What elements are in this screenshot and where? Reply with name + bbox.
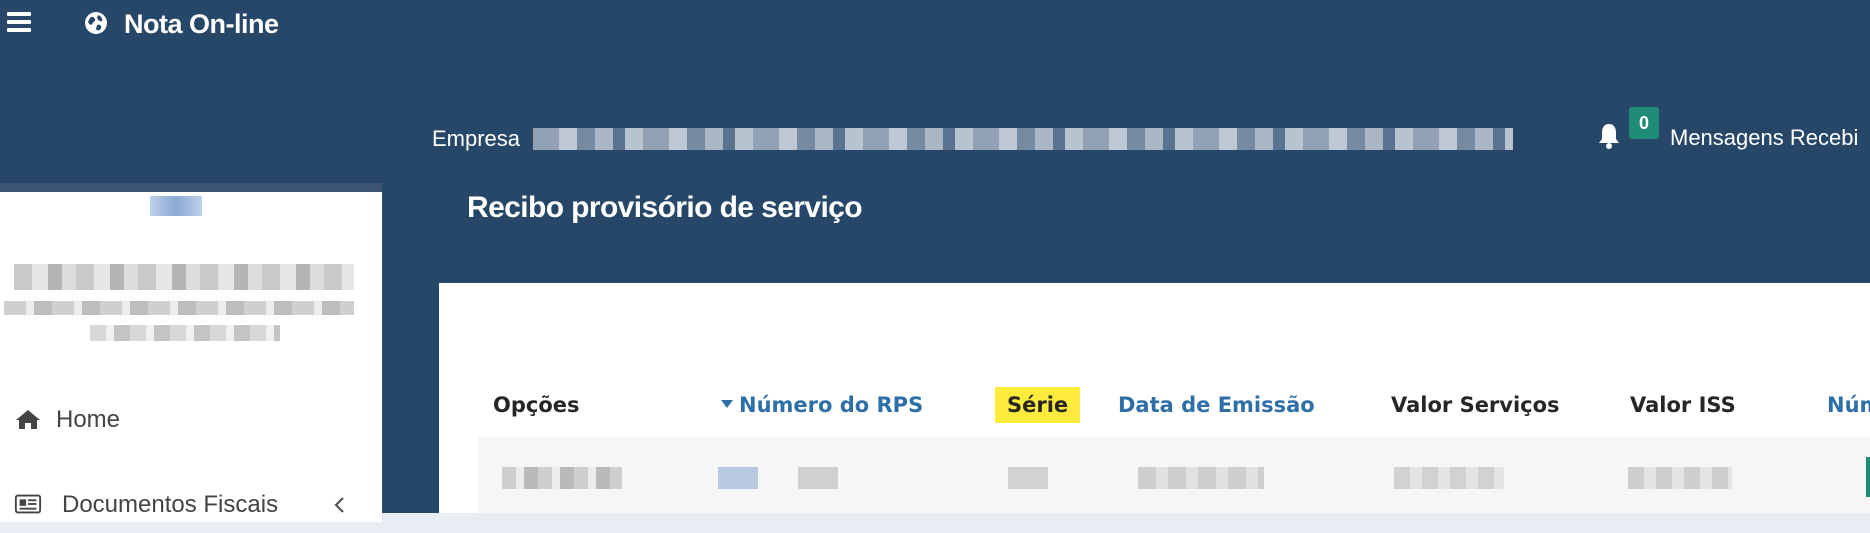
navbar: Nota On-line [0, 0, 1870, 50]
company-label: Empresa [432, 126, 521, 151]
row-valor-iss-redacted [1628, 467, 1732, 489]
chevron-left-icon[interactable] [332, 495, 348, 515]
notification-badge[interactable]: 0 [1629, 107, 1659, 139]
table-row[interactable] [478, 437, 1870, 513]
row-options-redacted[interactable] [502, 467, 622, 489]
app-title: Nota On-line [124, 9, 279, 39]
row-date-redacted [1138, 467, 1264, 489]
column-header-label: Número do RPS [739, 393, 924, 417]
company-name-redacted [533, 128, 1513, 150]
row-rps-number-redacted [718, 467, 838, 489]
home-icon [16, 410, 40, 429]
user-avatar-redacted [150, 196, 202, 216]
column-header-numero[interactable]: Núm [1827, 393, 1870, 417]
row-status-marker [1866, 457, 1870, 497]
user-info-redacted [4, 301, 354, 315]
bell-icon[interactable] [1596, 122, 1622, 150]
messages-link[interactable]: Mensagens Recebi [1670, 125, 1858, 151]
column-header-valor-servicos: Valor Serviços [1391, 393, 1560, 417]
sidebar-item-documentos-fiscais[interactable]: Documentos Fiscais [0, 475, 382, 533]
sort-desc-icon [721, 400, 733, 408]
column-header-data-emissao[interactable]: Data de Emissão [1118, 393, 1315, 417]
column-header-numero-rps[interactable]: Número do RPS [721, 393, 923, 417]
column-header-opcoes: Opções [493, 393, 580, 417]
column-header-serie[interactable]: Série [995, 387, 1081, 423]
rps-table-panel: Opções Número do RPS Série Data de Emiss… [439, 283, 1870, 513]
page-title: Recibo provisório de serviço [467, 191, 863, 224]
globe-icon [85, 12, 107, 34]
row-valor-servicos-redacted [1394, 467, 1504, 489]
newspaper-icon [14, 494, 42, 514]
user-detail-redacted [90, 325, 280, 341]
menu-icon[interactable] [7, 12, 31, 34]
column-header-valor-iss: Valor ISS [1630, 393, 1736, 417]
sidebar-item-label: Documentos Fiscais [62, 491, 279, 518]
sidebar: Home Documentos Fiscais [0, 183, 382, 522]
sidebar-item-label: Home [56, 406, 121, 433]
user-name-redacted [14, 264, 354, 290]
row-serie-redacted [1008, 467, 1048, 489]
sidebar-item-home[interactable]: Home [0, 390, 382, 448]
